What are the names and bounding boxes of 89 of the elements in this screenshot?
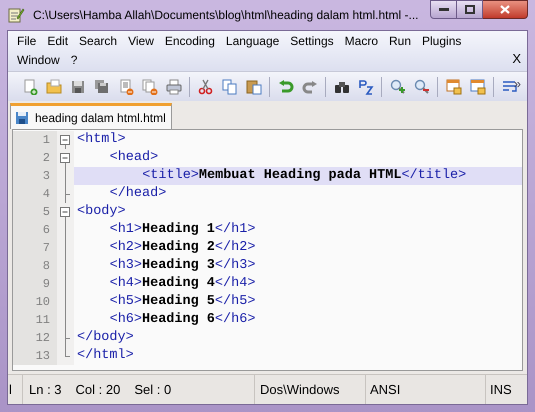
eol-format: Dos\Windows: [260, 380, 340, 399]
menu-item[interactable]: View: [125, 33, 157, 50]
line-number: 9: [42, 276, 50, 293]
code-line: <head>: [110, 148, 158, 167]
replace-icon: [358, 78, 374, 94]
menu-item[interactable]: Macro: [342, 33, 381, 50]
save-icon: [15, 110, 29, 124]
code-line: <h2>Heading 2</h2>: [110, 238, 256, 257]
save-all-button[interactable]: [92, 77, 111, 96]
menu-item[interactable]: Run: [386, 33, 414, 50]
window-lock-icon: [470, 78, 486, 94]
line-number: 7: [42, 240, 50, 257]
zoom-in-button[interactable]: [388, 77, 407, 96]
file-tab[interactable]: heading dalam html.html: [10, 103, 172, 129]
menu-item[interactable]: Settings: [287, 33, 337, 50]
menu-item[interactable]: Language: [222, 33, 282, 50]
line-number: 10: [36, 294, 50, 311]
line-number: 4: [42, 186, 50, 203]
copy-button[interactable]: [220, 77, 239, 96]
maximize-button[interactable]: [457, 0, 483, 19]
code-line: <html>: [77, 130, 126, 149]
more-tools-button[interactable]: »: [514, 74, 521, 94]
menu-item[interactable]: Window: [14, 52, 63, 69]
line-number: 5: [42, 204, 50, 221]
close-icon: [500, 5, 510, 14]
code-line: </body>: [77, 328, 134, 347]
close-document-button[interactable]: X: [512, 48, 521, 68]
insert-mode: INS: [490, 380, 512, 399]
line-number: 3: [42, 168, 50, 185]
window-lock-button[interactable]: [468, 77, 487, 96]
maximize-icon: [464, 5, 474, 14]
code-line: <h4>Heading 4</h4>: [110, 274, 256, 293]
line-number: 6: [42, 222, 50, 239]
close-button[interactable]: [483, 0, 528, 19]
zoom-out-button[interactable]: [412, 77, 431, 96]
code-line: <body>: [77, 202, 126, 221]
code-line: <h5>Heading 5</h5>: [110, 292, 256, 311]
folder-icon: [46, 78, 62, 94]
cursor-position: Col : 20: [76, 380, 120, 399]
menu-item[interactable]: Edit: [44, 33, 72, 50]
redo-icon: [302, 78, 318, 94]
line-number: 13: [36, 348, 50, 365]
printer-icon: [166, 78, 182, 94]
minimize-button[interactable]: [430, 0, 457, 19]
code-line: <h3>Heading 3</h3>: [110, 256, 256, 275]
cursor-position: Sel : 0: [134, 380, 172, 399]
printer-button[interactable]: [164, 77, 183, 96]
line-number: 11: [36, 312, 50, 329]
status-label: l: [8, 380, 12, 399]
fold-toggle[interactable]: [60, 153, 70, 163]
menu-item[interactable]: Search: [76, 33, 120, 50]
folder-button[interactable]: [44, 77, 63, 96]
zoom-out-icon: [414, 78, 430, 94]
close-file-icon: [118, 78, 134, 94]
code-line: <h6>Heading 6</h6>: [110, 310, 256, 329]
save-icon: [70, 78, 86, 94]
line-number: 1: [42, 132, 50, 149]
line-number: 8: [42, 258, 50, 275]
code-line: </html>: [77, 346, 134, 365]
menu-item[interactable]: Plugins: [419, 33, 464, 50]
replace-button[interactable]: [356, 77, 375, 96]
close-all-button[interactable]: [140, 77, 159, 96]
fold-line: [65, 145, 66, 149]
menu-item[interactable]: ?: [68, 52, 80, 69]
window-lock-button[interactable]: [444, 77, 463, 96]
code-line: <title>Membuat Heading pada HTML</title>: [142, 166, 466, 185]
line-number: 12: [36, 330, 50, 347]
encoding-label: ANSI: [370, 380, 400, 399]
copy-icon: [222, 78, 238, 94]
minimize-icon: [438, 8, 448, 12]
fold-toggle[interactable]: [60, 207, 70, 217]
notepad-icon: [7, 6, 25, 24]
paste-icon: [246, 78, 262, 94]
new-file-icon: [22, 78, 38, 94]
close-all-icon: [142, 78, 158, 94]
undo-icon: [278, 78, 294, 94]
scissors-icon: [198, 78, 214, 94]
menu-item[interactable]: Encoding: [162, 33, 218, 50]
line-number: 2: [42, 150, 50, 167]
fold-toggle[interactable]: [60, 135, 70, 145]
window-title: C:\Users\Hamba Allah\Documents\blog\html\heading dalam html.html -...: [33, 7, 418, 24]
code-line: </head>: [110, 184, 166, 203]
zoom-in-icon: [390, 78, 406, 94]
scissors-button[interactable]: [196, 77, 215, 96]
code-line: <h1>Heading 1</h1>: [110, 220, 256, 239]
menu-item[interactable]: File: [14, 33, 40, 50]
cursor-position: Ln : 3: [29, 380, 62, 399]
window-lock-icon: [446, 78, 462, 94]
save-all-icon: [94, 78, 110, 94]
